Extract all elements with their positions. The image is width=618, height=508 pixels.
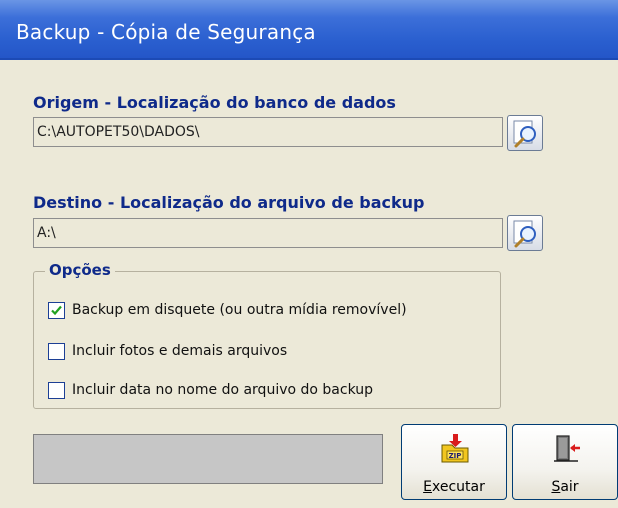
floppy-backup-label[interactable]: Backup em disquete (ou outra mídia remov… <box>72 302 407 318</box>
progress-bar <box>33 434 383 484</box>
origin-path-field[interactable]: C:\AUTOPET50\DADOS\ <box>33 117 503 147</box>
destination-path-field[interactable]: A:\ <box>33 218 503 248</box>
include-date-checkbox[interactable] <box>48 382 65 399</box>
check-icon <box>51 305 62 316</box>
options-legend: Opções <box>45 261 115 279</box>
origin-label: Origem - Localização do banco de dados <box>33 93 396 112</box>
execute-caption: Executar <box>423 479 485 495</box>
execute-button[interactable]: ZIP Executar <box>401 424 507 500</box>
exit-door-icon <box>554 435 580 462</box>
include-photos-checkbox[interactable] <box>48 343 65 360</box>
exit-button[interactable]: Sair <box>512 424 618 500</box>
exit-caption: Sair <box>551 479 579 495</box>
include-photos-label[interactable]: Incluir fotos e demais arquivos <box>72 343 287 359</box>
floppy-backup-checkbox[interactable] <box>48 302 65 319</box>
title-bar[interactable]: Backup - Cópia de Segurança <box>0 0 618 60</box>
magnifier-icon <box>513 120 536 148</box>
svg-text:ZIP: ZIP <box>449 452 462 460</box>
window-title: Backup - Cópia de Segurança <box>16 20 316 44</box>
zip-icon: ZIP <box>441 434 469 463</box>
include-date-label[interactable]: Incluir data no nome do arquivo do backu… <box>72 382 373 398</box>
origin-browse-button[interactable] <box>507 115 543 151</box>
destination-label: Destino - Localização do arquivo de back… <box>33 193 425 212</box>
magnifier-icon <box>513 220 536 248</box>
destination-browse-button[interactable] <box>507 215 543 251</box>
